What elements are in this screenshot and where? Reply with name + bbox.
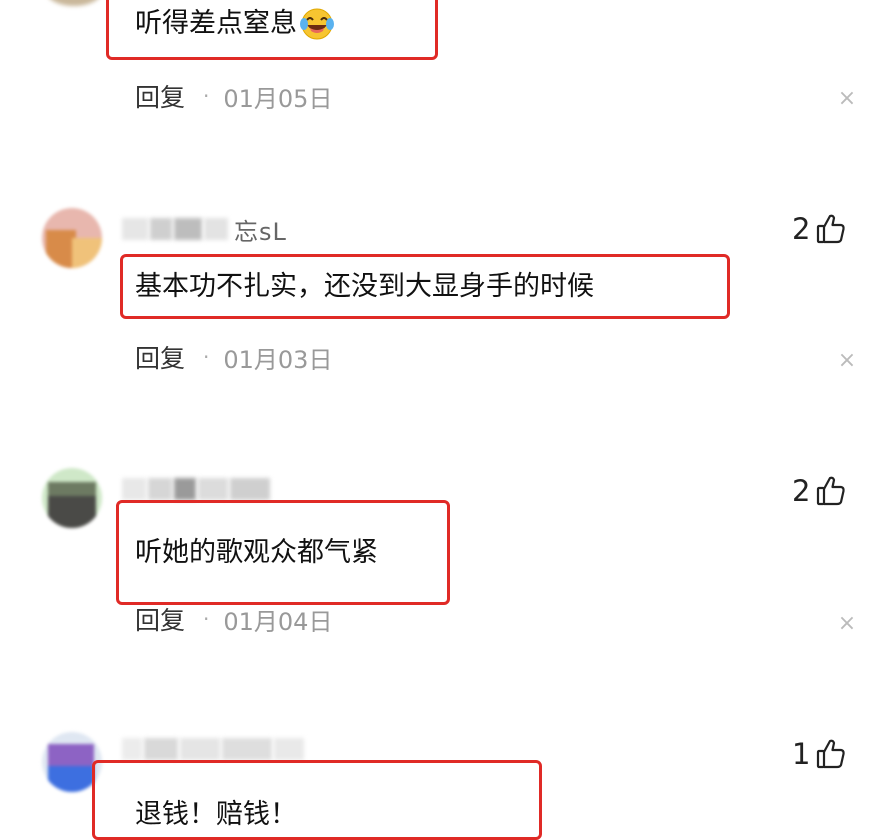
comment-date: 01月04日 <box>223 607 333 636</box>
like-count: 1 <box>792 737 811 771</box>
thumbs-up-icon <box>816 738 846 770</box>
reply-button[interactable]: 回复 <box>135 601 185 637</box>
close-icon[interactable]: × <box>836 613 858 635</box>
username[interactable]: 忘sL <box>122 214 287 246</box>
comment-meta: 回复 · 01月04日 <box>135 602 332 636</box>
comment-text: 听她的歌观众都气紧 <box>135 537 378 568</box>
like-count: 2 <box>792 212 811 246</box>
comment-text: 听得差点窒息 <box>135 8 337 40</box>
like-button[interactable]: 2 <box>792 212 846 246</box>
comment-date: 01月03日 <box>223 345 333 374</box>
close-icon[interactable]: × <box>836 88 858 110</box>
reply-button[interactable]: 回复 <box>135 339 185 375</box>
avatar[interactable] <box>42 468 102 528</box>
reply-button[interactable]: 回复 <box>135 78 185 114</box>
thumbs-up-icon <box>816 213 846 245</box>
separator-dot: · <box>203 84 210 108</box>
like-button[interactable]: 2 <box>792 474 846 508</box>
comment-meta: 回复 · 01月03日 <box>135 340 332 374</box>
avatar[interactable] <box>42 208 102 268</box>
laughing-tears-emoji-icon <box>297 8 337 40</box>
separator-dot: · <box>203 345 210 369</box>
close-icon[interactable]: × <box>836 350 858 372</box>
comment-text: 基本功不扎实，还没到大显身手的时候 <box>135 271 594 302</box>
username-text: 忘sL <box>234 217 287 246</box>
like-count: 2 <box>792 474 811 508</box>
like-button[interactable]: 1 <box>792 737 846 771</box>
thumbs-up-icon <box>816 475 846 507</box>
avatar[interactable] <box>46 0 102 6</box>
comment-meta: 回复 · 01月05日 <box>135 79 332 113</box>
separator-dot: · <box>203 607 210 631</box>
comment-text: 退钱！赔钱！ <box>135 799 297 830</box>
comment-date: 01月05日 <box>223 84 333 113</box>
